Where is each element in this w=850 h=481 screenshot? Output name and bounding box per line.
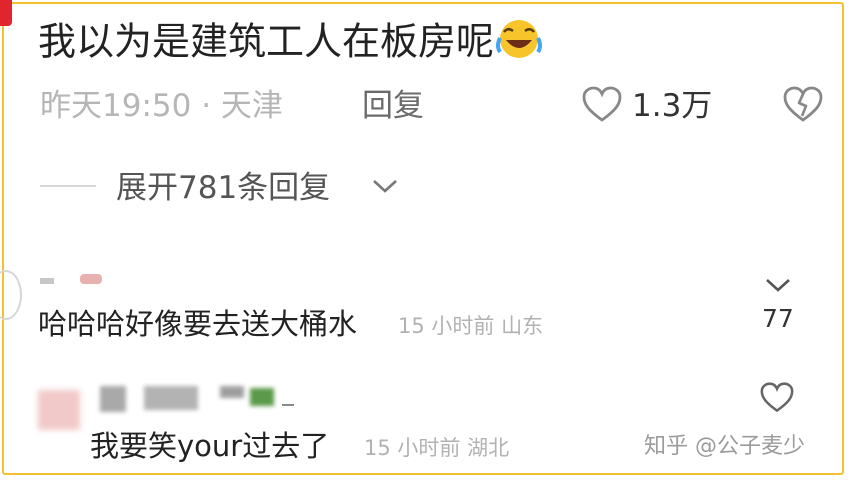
chevron-down-icon[interactable] xyxy=(372,176,398,200)
laughing-emoji-icon xyxy=(496,18,543,70)
blurred-username xyxy=(40,278,54,284)
broken-heart-icon[interactable] xyxy=(782,86,824,128)
reply-text: 我要笑your过去了 xyxy=(90,429,330,463)
like-count: 1.3万 xyxy=(632,88,713,124)
blurred-username xyxy=(250,388,274,406)
reply-button[interactable]: 回复 xyxy=(362,84,424,128)
reply-text: 哈哈哈好像要去送大桶水 xyxy=(38,307,358,341)
watermark: 知乎 @公子麦少 xyxy=(644,434,805,459)
chevron-down-icon[interactable] xyxy=(764,274,792,300)
comment-meta: 昨天19:50 · 天津 xyxy=(40,88,283,124)
comment-text-row: 我以为是建筑工人在板房呢 xyxy=(38,18,543,70)
screenshot-border xyxy=(2,2,844,475)
expand-divider xyxy=(40,185,96,187)
blurred-username xyxy=(144,386,198,410)
reply-meta: 15 小时前 湖北 xyxy=(364,436,510,460)
avatar[interactable] xyxy=(38,390,80,430)
expand-replies-button[interactable]: 展开781条回复 xyxy=(116,166,330,210)
heart-icon[interactable] xyxy=(760,382,794,418)
reply-like-count: 77 xyxy=(762,304,794,333)
heart-icon[interactable] xyxy=(582,86,622,128)
blurred-username xyxy=(100,386,126,412)
blurred-username xyxy=(220,386,244,398)
comment-text: 我以为是建筑工人在板房呢 xyxy=(38,19,495,64)
corner-badge xyxy=(0,0,12,26)
reply-meta: 15 小时前 山东 xyxy=(398,314,544,338)
blurred-username xyxy=(282,404,294,406)
blurred-username xyxy=(80,274,102,284)
